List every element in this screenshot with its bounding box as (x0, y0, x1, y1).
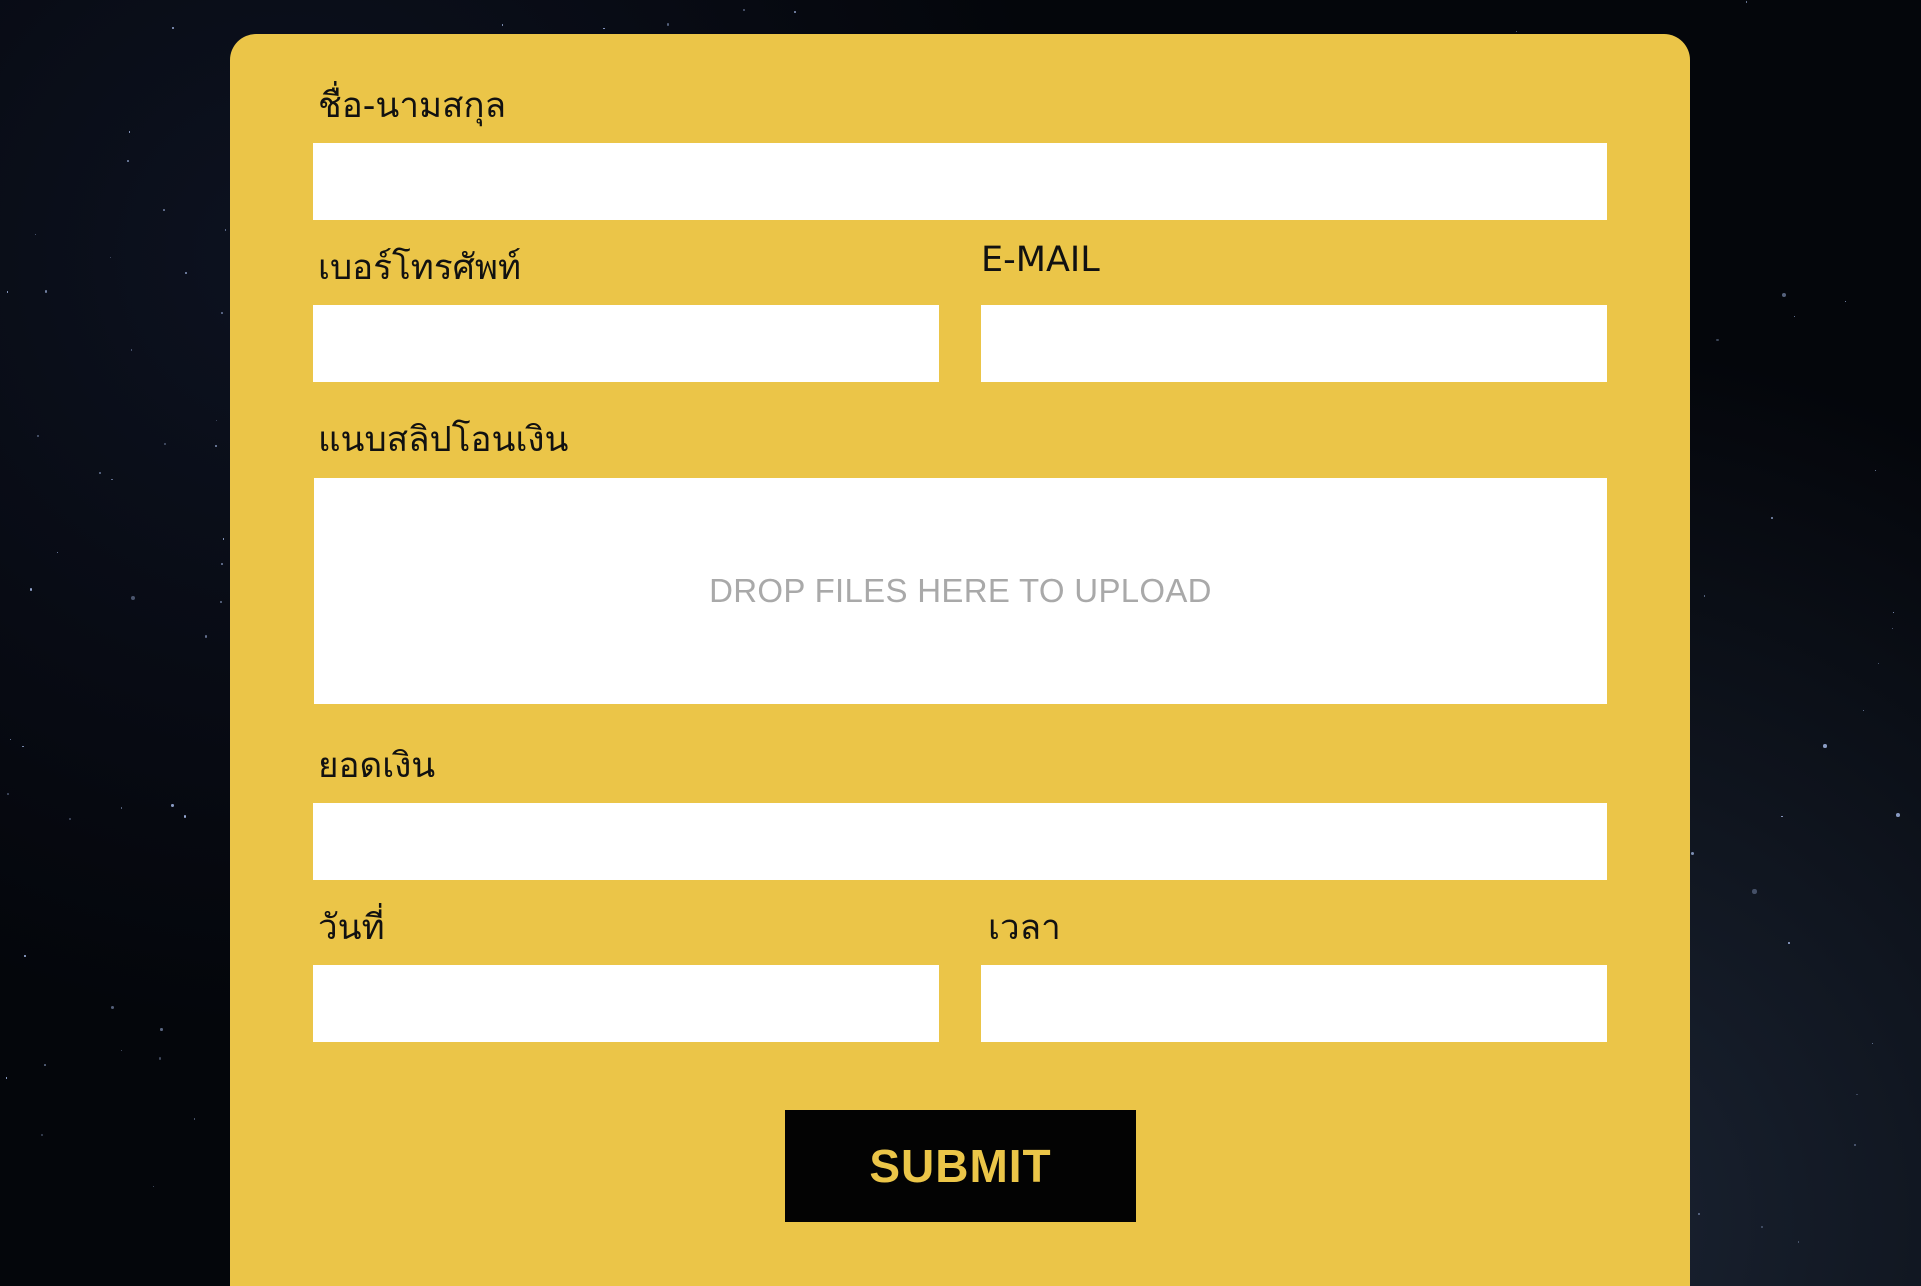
star-dot (1515, 31, 1517, 33)
star-dot (1745, 1, 1748, 3)
star-dot (171, 804, 174, 807)
star-dot (1698, 1213, 1701, 1216)
star-dot (1892, 628, 1894, 630)
star-dot (158, 1057, 162, 1060)
star-dot (666, 23, 669, 26)
submit-button[interactable]: SUBMIT (785, 1110, 1136, 1222)
star-dot (743, 9, 746, 11)
star-dot (127, 159, 129, 162)
star-dot (1853, 1143, 1857, 1146)
star-dot (501, 24, 504, 27)
star-dot (24, 955, 26, 957)
date-label: วันที่ (318, 908, 385, 948)
star-dot (1798, 1241, 1800, 1243)
star-dot (22, 745, 24, 748)
star-dot (1862, 710, 1864, 712)
star-dot (152, 1185, 155, 1188)
star-dot (1856, 1093, 1858, 1096)
star-dot (205, 635, 208, 638)
time-input[interactable] (981, 965, 1607, 1042)
star-dot (7, 793, 9, 795)
star-dot (1877, 663, 1879, 665)
star-dot (121, 1049, 123, 1051)
star-dot (110, 1005, 114, 1010)
star-dot (69, 817, 72, 820)
star-dot (1770, 516, 1774, 519)
star-dot (99, 472, 102, 475)
star-dot (57, 551, 59, 553)
star-dot (1716, 338, 1719, 341)
star-dot (1871, 1042, 1874, 1045)
star-dot (37, 435, 39, 437)
star-dot (160, 1028, 163, 1031)
phone-input[interactable] (313, 305, 939, 382)
star-dot (1893, 611, 1895, 614)
star-dot (163, 443, 166, 446)
star-dot (109, 256, 111, 259)
star-dot (130, 348, 133, 351)
time-label: เวลา (988, 908, 1061, 948)
star-dot (29, 588, 33, 591)
star-dot (44, 290, 48, 293)
date-input[interactable] (313, 965, 939, 1042)
slip-dropzone[interactable]: DROP FILES HERE TO UPLOAD (314, 478, 1607, 704)
star-dot (225, 229, 227, 231)
star-dot (221, 563, 224, 566)
payment-form-panel: ชื่อ-นามสกุล เบอร์โทรศัพท์ E-MAIL แนบสลิ… (230, 34, 1690, 1286)
star-dot (162, 208, 165, 211)
star-dot (1781, 815, 1783, 818)
star-dot (219, 600, 223, 604)
star-dot (6, 291, 9, 293)
star-dot (222, 538, 224, 540)
star-dot (130, 595, 136, 601)
star-dot (1845, 301, 1847, 303)
phone-label: เบอร์โทรศัพท์ (318, 248, 522, 288)
star-dot (120, 807, 123, 809)
star-dot (34, 233, 36, 235)
star-dot (1874, 470, 1876, 472)
slip-upload-label: แนบสลิปโอนเงิน (318, 420, 569, 460)
star-dot (193, 1118, 196, 1120)
star-dot (9, 739, 11, 741)
star-dot (40, 1134, 43, 1137)
star-dot (171, 26, 175, 29)
full-name-label: ชื่อ-นามสกุล (318, 86, 507, 126)
full-name-input[interactable] (313, 143, 1607, 220)
star-dot (128, 130, 131, 133)
star-dot (794, 10, 796, 13)
email-input[interactable] (981, 305, 1607, 382)
star-dot (5, 1077, 7, 1079)
star-dot (215, 420, 218, 422)
star-dot (214, 444, 217, 447)
star-dot (1781, 292, 1787, 298)
star-dot (221, 312, 223, 315)
amount-label: ยอดเงิน (318, 746, 436, 786)
amount-input[interactable] (313, 803, 1607, 880)
star-dot (1761, 1225, 1764, 1228)
email-label: E-MAIL (981, 240, 1100, 280)
star-dot (44, 1063, 47, 1066)
star-dot (1690, 852, 1695, 856)
star-dot (185, 271, 188, 275)
star-dot (1703, 595, 1706, 598)
star-dot (1823, 744, 1827, 748)
star-dot (1895, 813, 1900, 817)
star-dot (1793, 316, 1795, 318)
dropzone-hint: DROP FILES HERE TO UPLOAD (709, 572, 1212, 609)
star-dot (111, 478, 113, 481)
star-dot (603, 27, 605, 30)
star-dot (1752, 889, 1757, 894)
star-dot (183, 815, 187, 818)
star-dot (1787, 942, 1790, 945)
